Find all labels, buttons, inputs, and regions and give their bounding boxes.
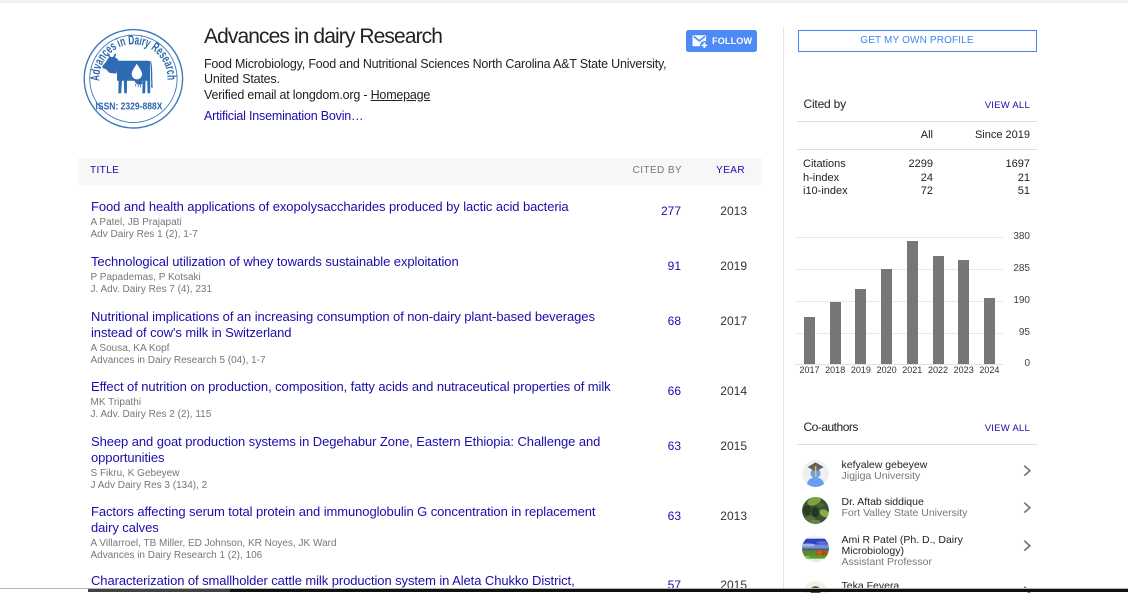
svg-text:ISSN: 2329-888X: ISSN: 2329-888X <box>96 101 163 112</box>
